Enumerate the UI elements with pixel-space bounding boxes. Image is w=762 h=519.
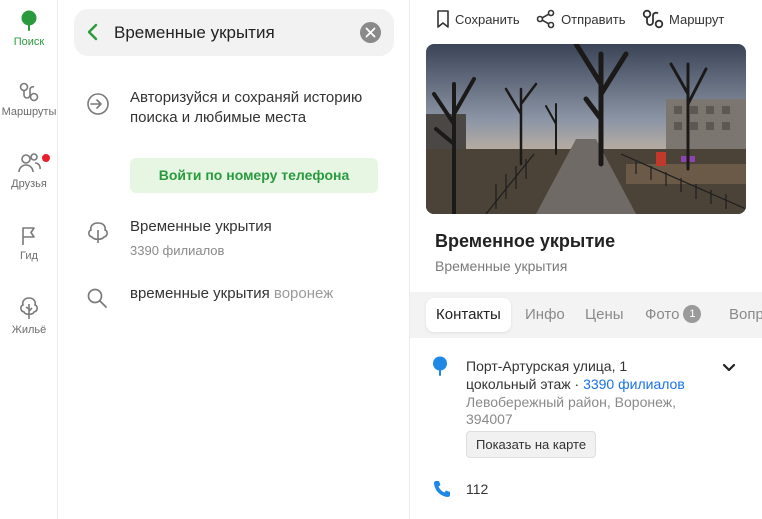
place-category: Временные укрытия: [435, 258, 568, 274]
chevron-down-icon: [722, 363, 736, 372]
search-panel: Авторизуйся и сохраняй историю поиска и …: [58, 0, 410, 519]
expand-address-button[interactable]: [722, 360, 736, 378]
back-button[interactable]: [86, 21, 100, 48]
route-icon: [642, 9, 664, 29]
rail-label-housing: Жильё: [11, 324, 47, 336]
tab-prices-label: Цены: [585, 306, 624, 323]
chevron-left-icon: [87, 23, 98, 41]
side-rail: Поиск Маршруты Друзья Гид Жильё: [0, 0, 58, 519]
share-icon: [536, 9, 555, 29]
category-icon: [86, 220, 110, 249]
rail-label-search: Поиск: [13, 36, 45, 48]
share-button[interactable]: Отправить: [536, 8, 626, 30]
address-district: Левобережный район, Воронеж,: [466, 394, 676, 410]
address-separator: ·: [574, 376, 580, 392]
place-title: Временное укрытие: [435, 231, 616, 251]
tab-info-label: Инфо: [525, 306, 565, 323]
save-label: Сохранить: [455, 11, 520, 27]
rail-item-guide[interactable]: Гид: [0, 226, 58, 262]
rail-item-housing[interactable]: Жильё: [0, 296, 58, 336]
place-card: Сохранить Отправить Маршрут Временное ук…: [410, 0, 762, 519]
flag-icon: [22, 227, 35, 245]
notification-dot: [42, 154, 50, 162]
friends-icon: [18, 153, 41, 173]
tab-photos[interactable]: Фото 1: [635, 298, 711, 332]
phone-icon: [432, 479, 452, 504]
tab-info[interactable]: Инфо: [515, 298, 575, 332]
address-postal: 394007: [466, 411, 513, 427]
rail-item-friends[interactable]: Друзья: [0, 152, 58, 190]
routes-icon: [19, 82, 39, 102]
bookmark-icon: [437, 10, 449, 28]
tab-prices[interactable]: Цены: [575, 298, 634, 332]
rail-label-routes: Маршруты: [1, 106, 57, 118]
place-tabs: Контакты Инфо Цены Фото 1 Вопр: [410, 292, 762, 338]
tab-contacts-label: Контакты: [436, 306, 501, 323]
housing-tree-icon: [20, 297, 38, 319]
address-street: Порт-Артурская улица, 1: [466, 358, 628, 374]
route-button[interactable]: Маршрут: [642, 8, 724, 30]
search-input[interactable]: [114, 9, 354, 56]
close-icon: [365, 27, 376, 38]
tab-photos-label: Фото: [645, 306, 680, 323]
tab-contacts[interactable]: Контакты: [426, 298, 511, 332]
suggestion-query-hint: воронеж: [273, 285, 334, 302]
rail-item-routes[interactable]: Маршруты: [0, 82, 58, 118]
tab-questions[interactable]: Вопр: [719, 298, 762, 332]
suggestion-item-rubric[interactable]: Временные укрытия 3390 филиалов: [74, 218, 394, 262]
phone-login-button[interactable]: Войти по номеру телефона: [130, 158, 378, 193]
clear-search-button[interactable]: [360, 22, 381, 43]
location-pin-icon: [432, 356, 448, 383]
suggestion-query-text: временные укрытия воронеж: [130, 285, 333, 302]
suggestion-subtitle: 3390 филиалов: [130, 243, 225, 258]
place-photo-image: [426, 44, 746, 214]
suggestion-title: Временные укрытия: [130, 218, 272, 235]
show-on-map-button[interactable]: Показать на карте: [466, 431, 597, 458]
rail-label-friends: Друзья: [11, 178, 47, 190]
address-floor: цокольный этаж: [466, 376, 571, 392]
card-actions: Сохранить Отправить Маршрут: [436, 8, 736, 30]
save-button[interactable]: Сохранить: [436, 8, 520, 30]
rail-item-search[interactable]: Поиск: [0, 10, 58, 48]
share-label: Отправить: [561, 11, 626, 27]
place-photo[interactable]: [426, 44, 746, 214]
route-label: Маршрут: [668, 11, 725, 27]
photo-count-badge: 1: [683, 305, 702, 323]
tab-questions-label: Вопр: [729, 306, 762, 323]
search-box: [74, 9, 394, 56]
phone-number[interactable]: 112: [466, 481, 488, 497]
suggestion-item-query[interactable]: временные укрытия воронеж: [74, 285, 394, 309]
search-icon: [86, 287, 108, 314]
branches-link[interactable]: 3390 филиалов: [583, 376, 685, 392]
rail-label-guide: Гид: [20, 250, 38, 262]
login-arrow-icon: [86, 92, 110, 121]
login-description: Авторизуйся и сохраняй историю поиска и …: [130, 89, 363, 126]
suggestion-query-main: временные укрытия: [130, 285, 270, 302]
address-floor-row: цокольный этаж · 3390 филиалов: [466, 376, 685, 392]
search-pin-icon: [21, 10, 37, 31]
